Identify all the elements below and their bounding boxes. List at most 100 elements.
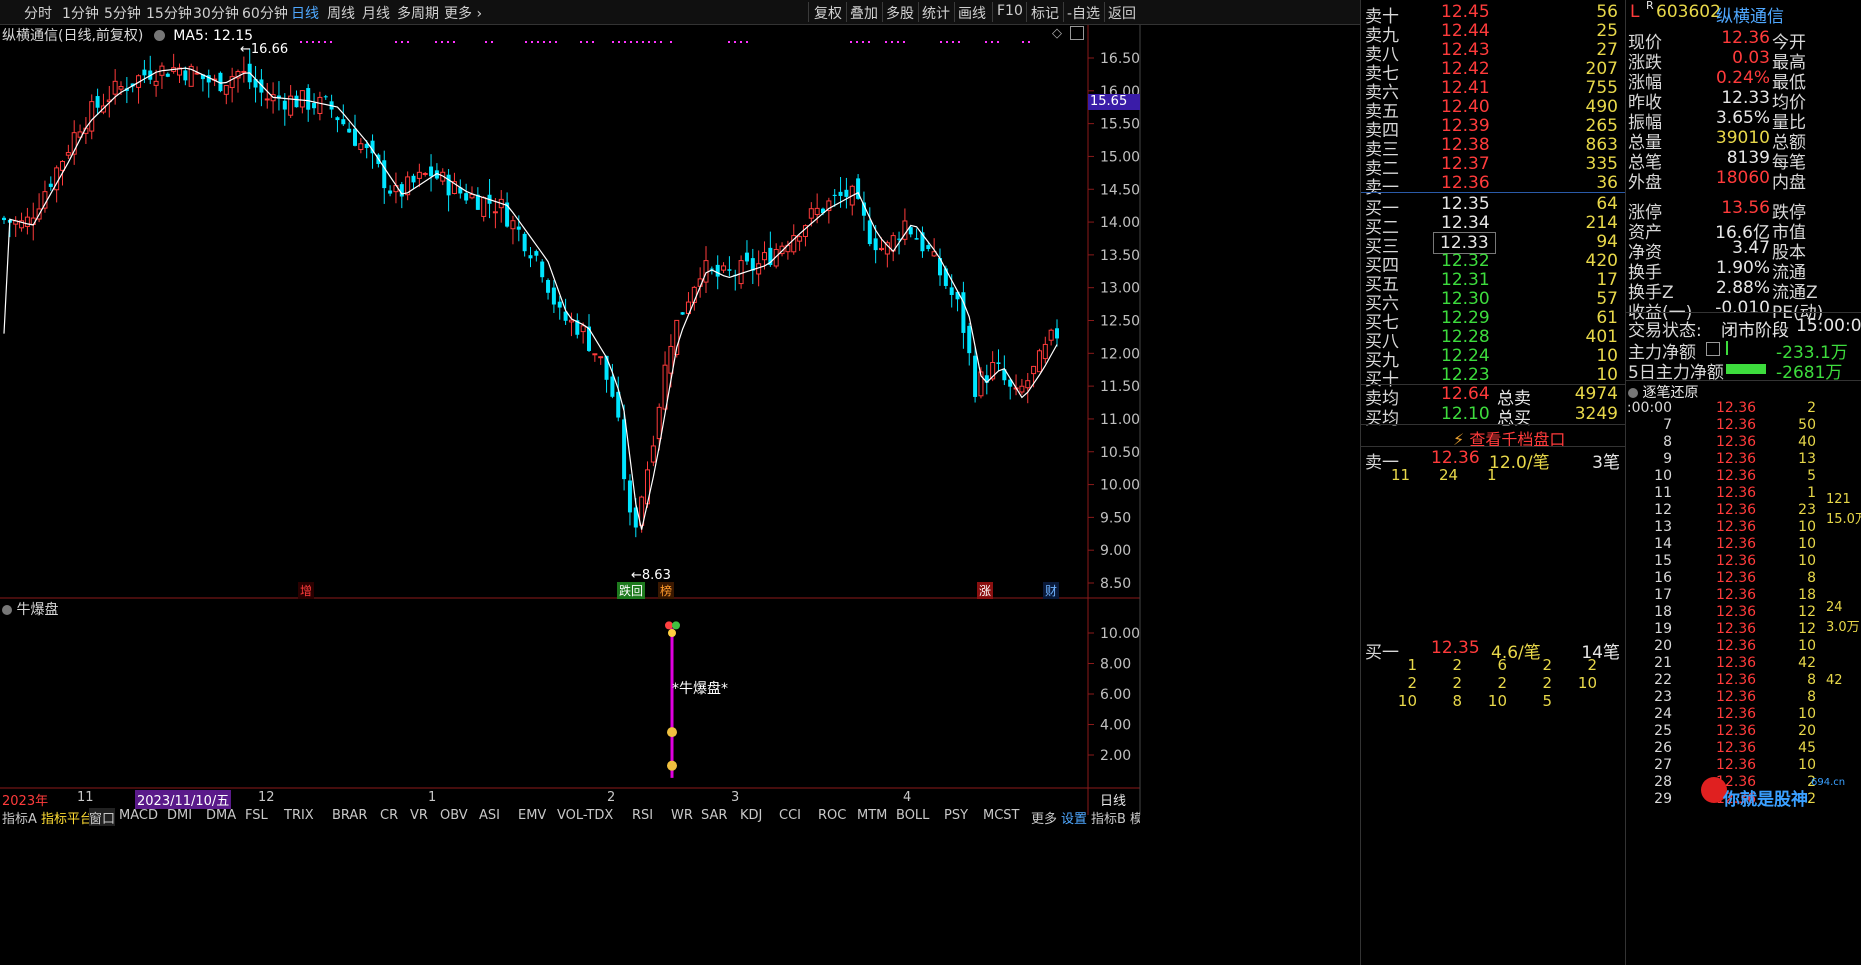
tab-daily[interactable]: 日线 (291, 3, 319, 23)
tick-volume: 1 (1807, 485, 1816, 501)
low-price-value: 8.63 (641, 568, 671, 583)
indicator-tab[interactable]: 指标平台 (41, 808, 93, 826)
candle-body-up (89, 101, 95, 132)
price-tick-label: 15.50 (1100, 117, 1140, 133)
order-book-panel: 卖十 12.45 56 卖九 12.44 25 卖八 12.43 27 卖七 12.42 207 卖六 1… (1360, 0, 1626, 965)
price-tick-label: 11.50 (1100, 379, 1140, 395)
bid-volume: 61 (1596, 308, 1618, 328)
indicator-tab[interactable]: VR (410, 808, 428, 823)
ticks-title: 逐笔还原 (1642, 385, 1699, 401)
bid-volume: 401 (1585, 327, 1618, 347)
signal-dot (850, 41, 852, 43)
indicator-tab[interactable]: DMI (167, 808, 192, 823)
tab-fenshi[interactable]: 分时 (24, 3, 52, 23)
sell1-queue-price: 12.36 (1431, 448, 1480, 468)
indicator-tab[interactable]: PSY (944, 808, 968, 823)
ask-volume: 335 (1585, 154, 1618, 174)
indicator-group (665, 621, 680, 778)
tab-30min[interactable]: 30分钟 (193, 3, 239, 23)
toolbar-divider (954, 2, 955, 22)
marker-diehui[interactable]: 跌回 (617, 582, 646, 599)
indicator-tab[interactable]: MACD (119, 808, 158, 823)
tab-1min[interactable]: 1分钟 (62, 3, 99, 23)
indicator-title-text: 牛爆盘 (16, 602, 59, 618)
indicator-tab[interactable]: ASI (479, 808, 500, 823)
indicator-tab[interactable]: 窗口 (89, 808, 116, 826)
indicator-tab[interactable]: 更多 (1031, 808, 1057, 826)
indicator-tab[interactable]: CCI (779, 808, 801, 823)
candle-body-down (95, 96, 100, 108)
indicator-tab[interactable]: BRAR (332, 808, 367, 823)
tick-time: 8 (1663, 434, 1672, 450)
candle-body-down (744, 252, 749, 262)
indicator-tab[interactable]: TRIX (284, 808, 314, 823)
btn-fuquan[interactable]: 复权 (814, 3, 842, 23)
indicator-tab[interactable]: 模板 (1130, 808, 1140, 826)
indicator-tab[interactable]: DMA (206, 808, 236, 823)
tab-more[interactable]: 更多 › (444, 3, 482, 23)
tab-weekly[interactable]: 周线 (327, 3, 355, 23)
candle-body-up (223, 85, 229, 95)
marker-cai[interactable]: 财 (1043, 582, 1060, 599)
signal-dot (300, 41, 302, 43)
ticks-header[interactable]: 逐笔还原 (1628, 382, 1698, 402)
price-tick-label: 10.50 (1100, 445, 1140, 461)
marker-zhang[interactable]: 涨 (977, 582, 994, 599)
quote-value: 0.24% (1715, 68, 1770, 88)
tab-60min[interactable]: 60分钟 (242, 3, 288, 23)
indicator-tab[interactable]: FSL (245, 808, 268, 823)
tick-volume: 40 (1798, 434, 1816, 450)
indicator-tab[interactable]: WR (671, 808, 693, 823)
btn-multi-stock[interactable]: 多股 (886, 3, 914, 23)
marker-zeng[interactable]: 增 (298, 582, 315, 599)
indicator-tab[interactable]: EMV (518, 808, 546, 823)
indicator-tab[interactable]: 设置 (1061, 808, 1087, 826)
queue-order: 1 (1487, 466, 1497, 484)
indicator-tab[interactable]: MTM (857, 808, 887, 823)
panel-toggle-icon[interactable] (1070, 26, 1084, 40)
indicator-tab[interactable]: OBV (440, 808, 468, 823)
btn-draw[interactable]: 画线 (958, 3, 986, 23)
info-icon[interactable] (1706, 342, 1720, 356)
btn-f10[interactable]: F10 (997, 3, 1023, 19)
indicator-tab[interactable]: RSI (632, 808, 653, 823)
money-bag-icon (667, 760, 677, 771)
candle-body-up (1036, 350, 1042, 373)
indicator-tab[interactable]: CR (380, 808, 398, 823)
diamond-icon[interactable]: ◇ (1052, 26, 1062, 41)
ask-price: 12.42 (1441, 59, 1490, 79)
bid-price: 12.35 (1441, 194, 1490, 214)
indicator-settings-icon[interactable] (2, 605, 12, 615)
tab-15min[interactable]: 15分钟 (146, 3, 192, 23)
ticks-toggle-icon[interactable] (1628, 388, 1638, 398)
tick-time: 13 (1654, 519, 1672, 535)
tab-multi-period[interactable]: 多周期 (397, 3, 439, 23)
indicator-tab[interactable]: SAR (701, 808, 727, 823)
btn-overlay[interactable]: 叠加 (850, 3, 878, 23)
indicator-tab[interactable]: BOLL (896, 808, 929, 823)
btn-mark[interactable]: 标记 (1031, 3, 1059, 23)
marker-bang[interactable]: 榜 (658, 582, 675, 599)
quote-row: 涨跌 0.03 最高 (1626, 48, 1861, 73)
indicator-tab[interactable]: MCST (983, 808, 1020, 823)
tab-5min[interactable]: 5分钟 (104, 3, 141, 23)
kline-chart-area[interactable]: 16.50 1 6.00 15.50 15.00 14.50 14.00 13.50 13.00… (0, 25, 1360, 965)
indicator-tab[interactable]: KDJ (740, 808, 762, 823)
indicator-tab[interactable]: VOL-TDX (557, 808, 613, 823)
candle-body-down (680, 312, 685, 315)
settings-icon[interactable] (153, 30, 165, 41)
btn-watchlist[interactable]: -自选 (1067, 3, 1100, 23)
candle-body-up (656, 406, 662, 440)
btn-stats[interactable]: 统计 (922, 3, 950, 23)
indicator-tab[interactable]: ROC (818, 808, 846, 823)
btn-back[interactable]: 返回 (1108, 3, 1136, 23)
date-axis-m4: 4 (903, 790, 912, 805)
avg-buy-price: 12.10 (1441, 404, 1490, 424)
tick-time: 10 (1654, 468, 1672, 484)
indicator-tab[interactable]: 指标B (1091, 808, 1126, 826)
tab-monthly[interactable]: 月线 (362, 3, 390, 23)
candle-body-up (299, 90, 305, 108)
indicator-tab[interactable]: 指标A (2, 808, 37, 826)
indicator-tick-label: 8.00 (1100, 657, 1131, 673)
tick-time: 21 (1654, 655, 1672, 671)
